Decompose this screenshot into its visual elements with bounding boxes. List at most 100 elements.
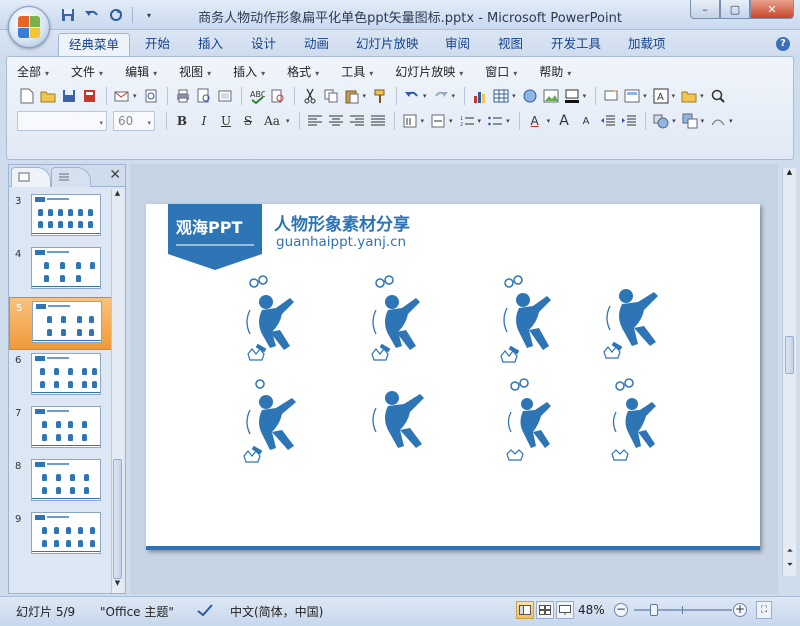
font-color-icon[interactable]: A (525, 111, 545, 131)
slide-thumb-3[interactable]: 3 (9, 191, 113, 244)
chevron-down-icon[interactable]: ▾ (672, 92, 676, 100)
normal-view-icon[interactable] (516, 601, 534, 619)
chevron-down-icon[interactable]: ▾ (452, 92, 456, 100)
chevron-down-icon[interactable]: ▾ (729, 117, 733, 125)
decrease-indent-icon[interactable] (598, 111, 618, 131)
zoom-in-button[interactable]: + (733, 603, 747, 617)
menu-view[interactable]: 视图 ▾ (179, 63, 211, 80)
bullets-icon[interactable] (485, 111, 505, 131)
zoom-slider[interactable] (634, 604, 732, 616)
text-box-icon[interactable]: A (651, 86, 671, 106)
change-case-icon[interactable]: Aa (260, 111, 284, 131)
layout-icon[interactable] (622, 86, 642, 106)
scroll-down-icon[interactable]: ▼ (112, 579, 123, 593)
office-button[interactable] (8, 6, 50, 48)
chevron-down-icon[interactable]: ▾ (286, 117, 290, 125)
chevron-down-icon[interactable]: ▾ (547, 117, 551, 125)
increase-indent-icon[interactable] (619, 111, 639, 131)
align-text-icon[interactable] (428, 111, 448, 131)
menu-help[interactable]: 帮助 ▾ (539, 63, 571, 80)
undo-icon[interactable] (402, 86, 422, 106)
numbering-icon[interactable]: 12 (457, 111, 477, 131)
font-name-combo[interactable]: ▾ (17, 111, 107, 131)
chevron-down-icon[interactable]: ▾ (701, 117, 705, 125)
slide-sorter-view-icon[interactable] (536, 601, 554, 619)
align-center-icon[interactable] (326, 111, 346, 131)
redo-icon[interactable] (431, 86, 451, 106)
spelling-icon[interactable]: ABC (247, 86, 267, 106)
slide-thumb-5[interactable]: 5 (9, 297, 113, 350)
new-slide-icon[interactable] (601, 86, 621, 106)
slide-thumb-6[interactable]: 6 (9, 350, 113, 403)
maximize-button[interactable]: ▢ (720, 0, 750, 19)
cut-icon[interactable] (300, 86, 320, 106)
open-folder-icon[interactable] (679, 86, 699, 106)
scroll-up-icon[interactable]: ▲ (112, 189, 123, 203)
arrange-icon[interactable] (680, 111, 700, 131)
tab-design[interactable]: 设计 (241, 33, 286, 56)
slideshow-view-icon[interactable] (556, 601, 574, 619)
scroll-up-icon[interactable]: ▲ (783, 168, 796, 182)
bold-icon[interactable]: B (172, 111, 192, 131)
tab-classic-menu[interactable]: 经典菜单 (58, 33, 131, 56)
scroll-thumb[interactable] (113, 459, 122, 579)
menu-format[interactable]: 格式 ▾ (287, 63, 319, 80)
save-icon[interactable] (59, 86, 79, 106)
zoom-level[interactable]: 48% (578, 603, 605, 617)
chevron-down-icon[interactable]: ▾ (421, 117, 425, 125)
open-folder-icon[interactable] (38, 86, 58, 106)
menu-edit[interactable]: 编辑 ▾ (125, 63, 157, 80)
chevron-down-icon[interactable]: ▾ (478, 117, 482, 125)
research-icon[interactable] (268, 86, 288, 106)
strikethrough-icon[interactable]: S (238, 111, 258, 131)
insert-picture-icon[interactable] (541, 86, 561, 106)
permission-icon[interactable] (80, 86, 100, 106)
zoom-icon[interactable] (708, 86, 728, 106)
chevron-down-icon[interactable]: ▾ (449, 117, 453, 125)
zoom-slider-thumb[interactable] (650, 604, 658, 616)
slide-thumb-4[interactable]: 4 (9, 244, 113, 297)
shrink-font-icon[interactable]: A (576, 111, 596, 131)
tab-view[interactable]: 视图 (488, 33, 533, 56)
chevron-down-icon[interactable]: ▾ (700, 92, 704, 100)
print-preview-icon[interactable] (194, 86, 214, 106)
align-left-icon[interactable] (305, 111, 325, 131)
fit-to-window-icon[interactable]: ⛶ (756, 601, 772, 619)
insert-table-icon[interactable] (491, 86, 511, 106)
close-button[interactable]: ✕ (750, 0, 794, 19)
scroll-thumb[interactable] (785, 336, 794, 374)
paste-icon[interactable] (342, 86, 362, 106)
chevron-down-icon[interactable]: ▾ (363, 92, 367, 100)
grow-font-icon[interactable]: A (554, 111, 574, 131)
shapes-icon[interactable] (651, 111, 671, 131)
slide-thumb-7[interactable]: 7 (9, 403, 113, 456)
tab-slides[interactable] (11, 167, 51, 187)
chevron-down-icon[interactable]: ▾ (423, 92, 427, 100)
copy-icon[interactable] (321, 86, 341, 106)
close-icon[interactable]: ✕ (109, 167, 121, 183)
slide-thumb-8[interactable]: 8 (9, 456, 113, 509)
email-icon[interactable] (112, 86, 132, 106)
clip-art-icon[interactable] (520, 86, 540, 106)
chevron-down-icon[interactable]: ▾ (133, 92, 137, 100)
quick-styles-icon[interactable] (708, 111, 728, 131)
menu-insert[interactable]: 插入 ▾ (233, 63, 265, 80)
current-slide[interactable]: 观海PPT 人物形象素材分享 guanhaippt.yanj.cn (146, 204, 760, 550)
chevron-down-icon[interactable]: ▾ (506, 117, 510, 125)
undo-icon[interactable] (82, 6, 102, 24)
menu-tools[interactable]: 工具 ▾ (341, 63, 373, 80)
insert-chart-icon[interactable] (470, 86, 490, 106)
chevron-down-icon[interactable]: ▾ (643, 92, 647, 100)
chevron-down-icon[interactable]: ▾ (672, 117, 676, 125)
previous-slide-icon[interactable]: ⏶ (784, 546, 796, 556)
print-icon[interactable] (173, 86, 193, 106)
editor-vertical-scrollbar[interactable]: ▲ ⏶ ⏷ (782, 168, 796, 576)
justify-icon[interactable] (368, 111, 388, 131)
menu-window[interactable]: 窗口 ▾ (485, 63, 517, 80)
slide-thumb-9[interactable]: 9 (9, 509, 113, 562)
page-setup-icon[interactable] (215, 86, 235, 106)
fill-color-icon[interactable] (562, 86, 582, 106)
repeat-icon[interactable] (106, 6, 126, 24)
tab-addins[interactable]: 加载项 (618, 33, 676, 56)
tab-insert[interactable]: 插入 (188, 33, 233, 56)
